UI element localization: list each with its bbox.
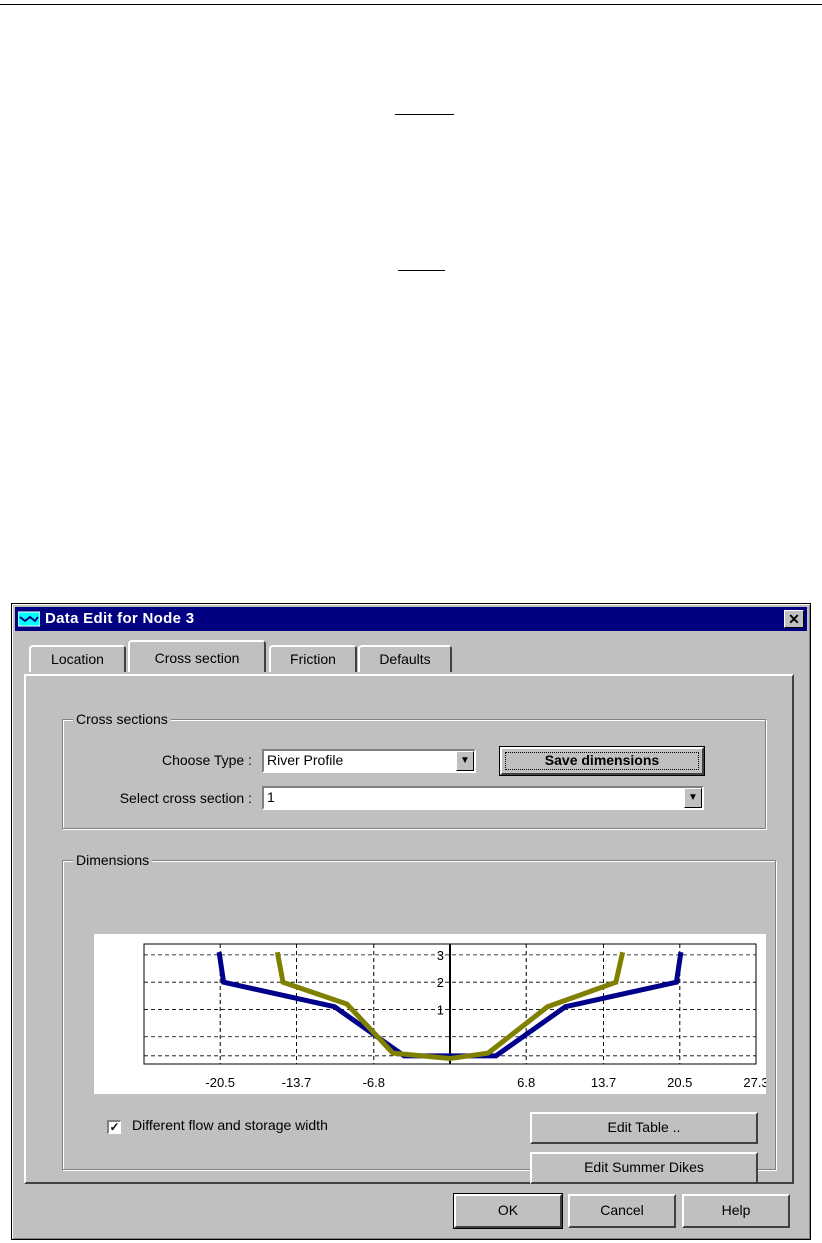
edit-table-button[interactable]: Edit Table .. xyxy=(530,1112,758,1144)
tab-defaults[interactable]: Defaults xyxy=(358,645,452,672)
fraction-line xyxy=(395,114,454,115)
group-label: Dimensions xyxy=(73,852,153,868)
save-dimensions-button[interactable]: Save dimensions xyxy=(499,746,705,776)
page-top-rule xyxy=(0,4,822,5)
title-bar: Data Edit for Node 3 ✕ xyxy=(15,607,807,631)
flow-storage-width-checkbox[interactable]: ✓ xyxy=(107,1120,121,1134)
cancel-button[interactable]: Cancel xyxy=(568,1194,676,1228)
checkbox-label: Different flow and storage width xyxy=(132,1117,328,1133)
select-cross-section-value: 1 xyxy=(267,789,275,805)
select-cross-section-select[interactable]: 1 ▼ xyxy=(262,786,704,810)
edit-summer-dikes-button[interactable]: Edit Summer Dikes xyxy=(530,1152,758,1184)
y-tick-label: 1 xyxy=(437,1002,444,1017)
tab-friction[interactable]: Friction xyxy=(269,645,357,672)
x-tick-label: -13.7 xyxy=(282,1075,312,1090)
select-cross-section-label: Select cross section : xyxy=(119,790,252,806)
x-tick-label: 13.7 xyxy=(591,1075,616,1090)
help-button[interactable]: Help xyxy=(682,1194,790,1228)
data-edit-dialog: Data Edit for Node 3 ✕ Location Cross se… xyxy=(11,603,811,1240)
group-label: Cross sections xyxy=(73,711,171,727)
checkmark-icon: ✓ xyxy=(109,1120,120,1134)
x-tick-label: 27.3 xyxy=(743,1075,766,1090)
ok-button[interactable]: OK xyxy=(453,1193,563,1229)
fraction-line xyxy=(398,270,445,271)
dropdown-arrow-icon[interactable]: ▼ xyxy=(684,788,702,808)
app-icon xyxy=(18,611,40,627)
dropdown-arrow-icon[interactable]: ▼ xyxy=(456,751,474,771)
tab-location[interactable]: Location xyxy=(29,645,126,672)
close-button[interactable]: ✕ xyxy=(784,610,804,628)
y-tick-label: 3 xyxy=(437,948,444,963)
tab-cross-section[interactable]: Cross section xyxy=(128,640,266,672)
chart-svg: 3 2 1 -20.5 -13.7 -6.8 6.8 13.7 20.5 27.3 xyxy=(143,943,769,1090)
y-tick-label: 2 xyxy=(437,975,444,990)
dialog-title: Data Edit for Node 3 xyxy=(45,610,195,627)
x-tick-label: -6.8 xyxy=(363,1075,385,1090)
x-tick-label: 6.8 xyxy=(517,1075,535,1090)
choose-type-select[interactable]: River Profile ▼ xyxy=(262,749,476,773)
cross-section-chart: 3 2 1 -20.5 -13.7 -6.8 6.8 13.7 20.5 27.3 xyxy=(94,934,769,1094)
x-tick-label: 20.5 xyxy=(667,1075,692,1090)
x-tick-label: -20.5 xyxy=(205,1075,235,1090)
choose-type-value: River Profile xyxy=(267,752,344,768)
cross-section-panel: Cross sections Choose Type : River Profi… xyxy=(24,674,794,1184)
choose-type-label: Choose Type : xyxy=(161,752,252,768)
